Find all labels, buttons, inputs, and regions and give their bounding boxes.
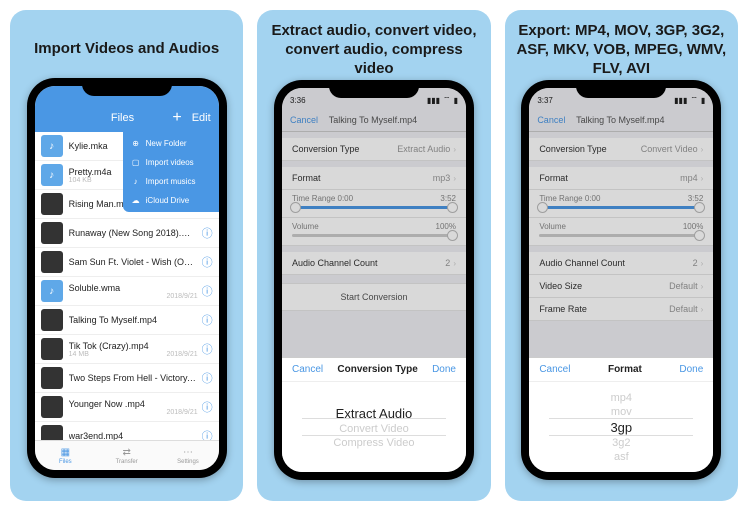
screen-files: Files + Edit ⊕New Folder ▢Import videos … bbox=[35, 86, 219, 470]
panel-title: Extract audio, convert video, convert au… bbox=[263, 20, 484, 80]
screen-convert: 3:36 ▮▮▮⌔▮ Cancel Talking To Myself.mp4 … bbox=[282, 88, 466, 472]
sheet-done-button[interactable]: Done bbox=[679, 364, 703, 375]
files-title: Files bbox=[73, 112, 173, 124]
info-icon[interactable]: ⓘ bbox=[202, 428, 213, 440]
file-row[interactable]: Talking To Myself.mp4ⓘ bbox=[35, 306, 219, 335]
sheet-title: Conversion Type bbox=[337, 364, 417, 375]
tab-bar: ▦Files ⇄Transfer ⋯Settings bbox=[35, 440, 219, 470]
file-row[interactable]: war3end.mp4ⓘ bbox=[35, 422, 219, 440]
tab-files[interactable]: ▦Files bbox=[35, 441, 96, 470]
files-icon: ▦ bbox=[61, 447, 70, 458]
video-icon: ▢ bbox=[131, 158, 141, 167]
music-icon: ♪ bbox=[131, 177, 141, 186]
file-row[interactable]: Runaway (New Song 2018).mp4ⓘ bbox=[35, 219, 219, 248]
sheet-toolbar: Cancel Conversion Type Done bbox=[282, 358, 466, 382]
video-thumb-icon bbox=[41, 425, 63, 440]
tab-transfer[interactable]: ⇄Transfer bbox=[96, 441, 157, 470]
folder-plus-icon: ⊕ bbox=[131, 139, 141, 148]
video-thumb-icon bbox=[41, 309, 63, 331]
edit-button[interactable]: Edit bbox=[192, 112, 211, 124]
info-icon[interactable]: ⓘ bbox=[202, 341, 213, 357]
transfer-icon: ⇄ bbox=[122, 447, 130, 458]
info-icon[interactable]: ⓘ bbox=[202, 254, 213, 270]
audio-thumb-icon: ♪ bbox=[41, 164, 63, 186]
audio-thumb-icon: ♪ bbox=[41, 135, 63, 157]
video-thumb-icon bbox=[41, 396, 63, 418]
phone-frame: 3:36 ▮▮▮⌔▮ Cancel Talking To Myself.mp4 … bbox=[274, 80, 474, 480]
tab-settings[interactable]: ⋯Settings bbox=[157, 441, 218, 470]
panel-title: Export: MP4, MOV, 3GP, 3G2, ASF, MKV, VO… bbox=[511, 20, 732, 80]
picker-option[interactable]: asf bbox=[614, 451, 629, 463]
picker-option[interactable]: Extract Audio bbox=[336, 406, 413, 421]
info-icon[interactable]: ⓘ bbox=[202, 370, 213, 386]
video-thumb-icon bbox=[41, 251, 63, 273]
popup-import-musics[interactable]: ♪Import musics bbox=[123, 172, 219, 191]
picker-option[interactable]: 3gp bbox=[610, 420, 632, 435]
picker-wheel[interactable]: Extract Audio Convert Video Compress Vid… bbox=[282, 382, 466, 472]
info-icon[interactable]: ⓘ bbox=[202, 225, 213, 241]
settings-icon: ⋯ bbox=[183, 447, 193, 458]
notch bbox=[329, 80, 419, 98]
picker-option[interactable]: 3g2 bbox=[612, 437, 630, 449]
picker-option[interactable]: mov bbox=[611, 406, 632, 418]
panel-extract: Extract audio, convert video, convert au… bbox=[257, 10, 490, 501]
info-icon[interactable]: ⓘ bbox=[202, 399, 213, 415]
sheet-title: Format bbox=[608, 364, 642, 375]
sheet-toolbar: Cancel Format Done bbox=[529, 358, 713, 382]
notch bbox=[82, 78, 172, 96]
sheet-cancel-button[interactable]: Cancel bbox=[292, 364, 323, 375]
audio-thumb-icon: ♪ bbox=[41, 280, 63, 302]
file-row[interactable]: Tik Tok (Crazy).mp414 MB2018/9/21ⓘ bbox=[35, 335, 219, 364]
file-list[interactable]: ⊕New Folder ▢Import videos ♪Import music… bbox=[35, 132, 219, 440]
picker-option[interactable]: Compress Video bbox=[333, 437, 414, 449]
sheet-cancel-button[interactable]: Cancel bbox=[539, 364, 570, 375]
video-thumb-icon bbox=[41, 193, 63, 215]
picker-option[interactable]: Convert Video bbox=[339, 423, 409, 435]
add-popup: ⊕New Folder ▢Import videos ♪Import music… bbox=[123, 132, 219, 212]
video-thumb-icon bbox=[41, 367, 63, 389]
panel-title: Import Videos and Audios bbox=[30, 20, 223, 78]
video-thumb-icon bbox=[41, 338, 63, 360]
file-row[interactable]: Younger Now .mp42018/9/21ⓘ bbox=[35, 393, 219, 422]
video-thumb-icon bbox=[41, 222, 63, 244]
picker-sheet: Cancel Format Done mp4 mov 3gp 3g2 asf bbox=[529, 357, 713, 472]
notch bbox=[576, 80, 666, 98]
popup-icloud[interactable]: ☁iCloud Drive bbox=[123, 191, 219, 210]
file-row[interactable]: Two Steps From Hell - Victory.mp4ⓘ bbox=[35, 364, 219, 393]
info-icon[interactable]: ⓘ bbox=[202, 283, 213, 299]
phone-frame: 3:37 ▮▮▮⌔▮ Cancel Talking To Myself.mp4 … bbox=[521, 80, 721, 480]
popup-import-videos[interactable]: ▢Import videos bbox=[123, 153, 219, 172]
sheet-done-button[interactable]: Done bbox=[432, 364, 456, 375]
file-row[interactable]: Sam Sun Ft. Violet - Wish (Oh No).mp4ⓘ bbox=[35, 248, 219, 277]
picker-sheet: Cancel Conversion Type Done Extract Audi… bbox=[282, 357, 466, 472]
info-icon[interactable]: ⓘ bbox=[202, 312, 213, 328]
panel-import: Import Videos and Audios Files + Edit ⊕N… bbox=[10, 10, 243, 501]
picker-wheel[interactable]: mp4 mov 3gp 3g2 asf bbox=[529, 382, 713, 472]
file-row[interactable]: ♪Soluble.wma2018/9/21ⓘ bbox=[35, 277, 219, 306]
popup-new-folder[interactable]: ⊕New Folder bbox=[123, 134, 219, 153]
cloud-icon: ☁ bbox=[131, 196, 141, 205]
panel-export: Export: MP4, MOV, 3GP, 3G2, ASF, MKV, VO… bbox=[505, 10, 738, 501]
add-button[interactable]: + bbox=[172, 109, 181, 127]
screen-export: 3:37 ▮▮▮⌔▮ Cancel Talking To Myself.mp4 … bbox=[529, 88, 713, 472]
phone-frame: Files + Edit ⊕New Folder ▢Import videos … bbox=[27, 78, 227, 478]
picker-option[interactable]: mp4 bbox=[611, 392, 632, 404]
